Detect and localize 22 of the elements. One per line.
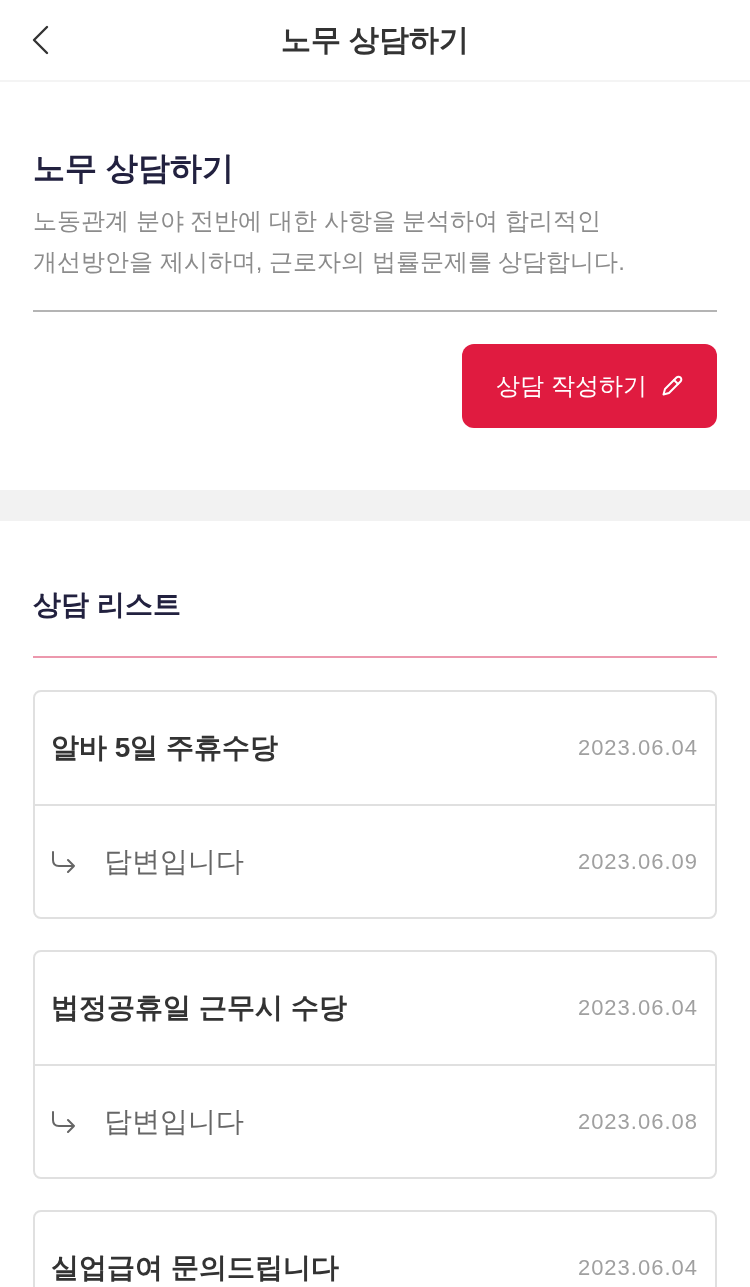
pencil-icon xyxy=(660,375,683,397)
reply-date: 2023.06.09 xyxy=(577,847,698,876)
section-description: 노동관계 분야 전반에 대한 사항을 분석하여 합리적인 개선방안을 제시하며, 근로자의 법률문제를 상담합니다. xyxy=(33,206,626,277)
reply-date: 2023.06.08 xyxy=(577,1107,698,1136)
question-date: 2023.06.04 xyxy=(577,1254,698,1282)
consultation-card[interactable]: 알바 5일 주휴수당 2023.06.04 답변입니다 2023.06.09 xyxy=(33,690,717,919)
question-title: 법정공휴일 근무시 수당 xyxy=(51,993,347,1023)
consultation-card[interactable]: 실업급여 문의드립니다 2023.06.04 xyxy=(33,1210,717,1287)
back-icon xyxy=(31,25,49,55)
question-title: 알바 5일 주휴수당 xyxy=(51,733,279,763)
reply-label: 답변입니다 xyxy=(104,844,244,879)
question-title: 실업급여 문의드립니다 xyxy=(51,1253,339,1283)
reply-label: 답변입니다 xyxy=(104,1104,244,1139)
reply-arrow-icon xyxy=(51,1110,76,1133)
question-date: 2023.06.04 xyxy=(577,994,698,1022)
reply-arrow-icon xyxy=(51,850,76,873)
list-title: 상담 리스트 xyxy=(33,588,182,622)
page-title: 노무 상담하기 xyxy=(280,22,470,58)
section-title: 노무 상담하기 xyxy=(33,149,235,188)
question-date: 2023.06.04 xyxy=(577,734,698,762)
write-consultation-button[interactable]: 상담 작성하기 xyxy=(462,344,717,428)
consultation-card[interactable]: 법정공휴일 근무시 수당 2023.06.04 답변입니다 2023.06.08 xyxy=(33,950,717,1179)
